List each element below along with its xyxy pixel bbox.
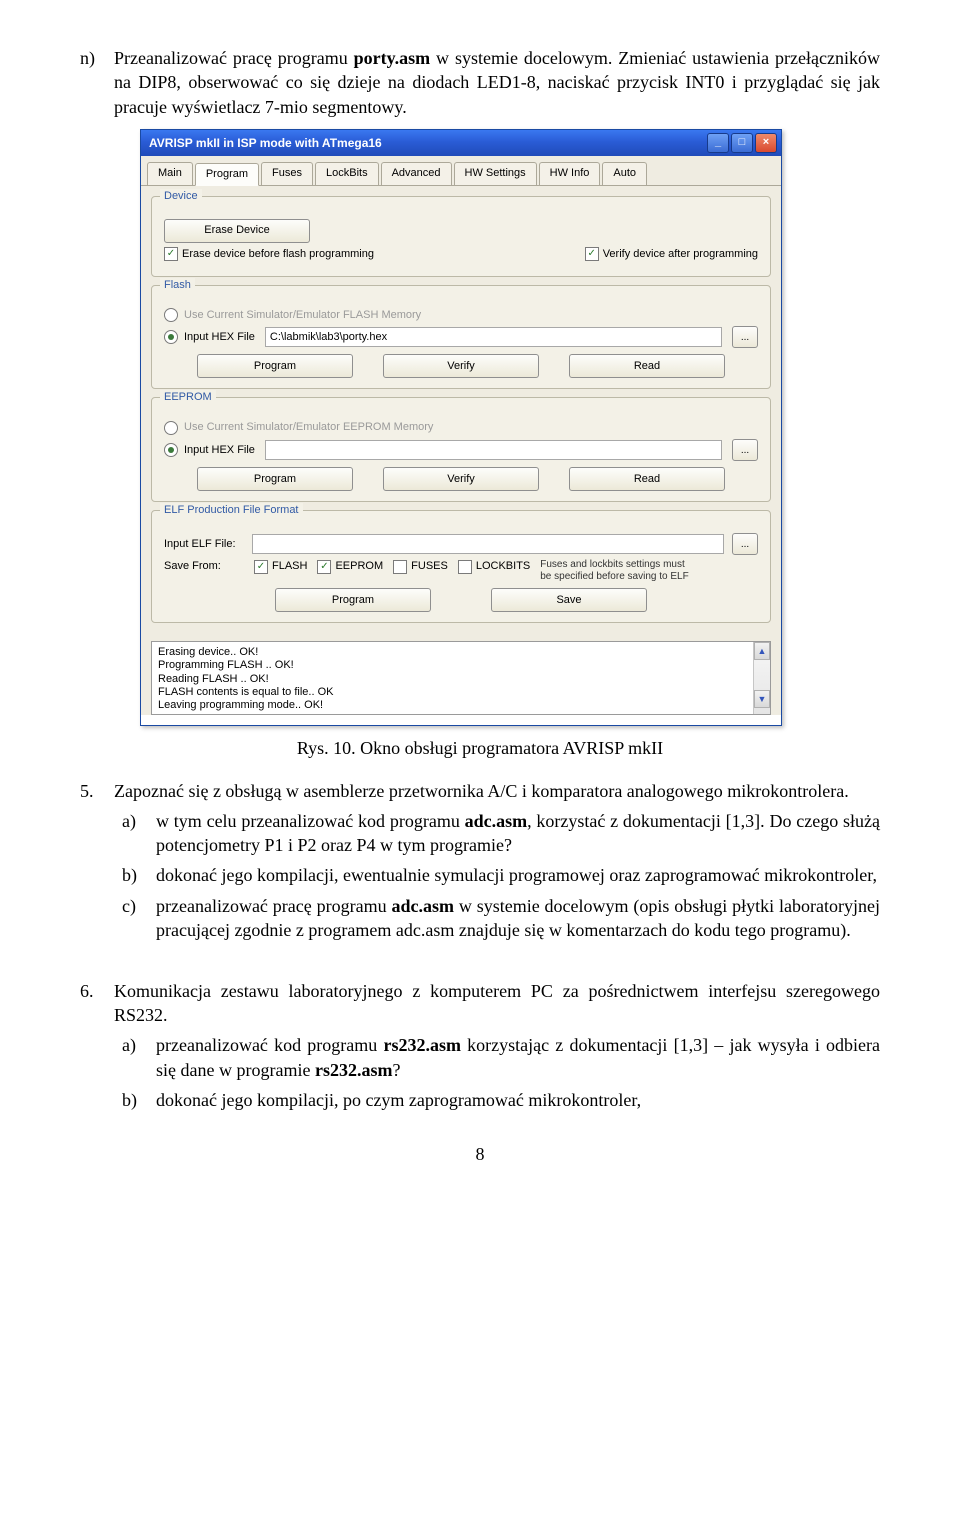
list-item-6b: b) dokonać jego kompilacji, po czym zapr… <box>122 1088 880 1112</box>
log-output: Erasing device.. OK! Programming FLASH .… <box>151 641 771 715</box>
marker-5c: c) <box>122 894 156 943</box>
tab-fuses[interactable]: Fuses <box>261 162 313 185</box>
elf-hint: Fuses and lockbits settings must be spec… <box>540 559 690 582</box>
marker-6: 6. <box>80 979 114 1028</box>
figure-caption: Rys. 10. Okno obsługi programatora AVRIS… <box>80 736 880 760</box>
text-5c: przeanalizować pracę programu adc.asm w … <box>156 894 880 943</box>
marker-6a: a) <box>122 1033 156 1082</box>
elf-chk-fuses[interactable]: FUSES <box>393 559 448 574</box>
tab-hwsettings[interactable]: HW Settings <box>454 162 537 185</box>
tab-program[interactable]: Program <box>195 163 259 186</box>
flash-radio-sim: Use Current Simulator/Emulator FLASH Mem… <box>164 308 758 323</box>
group-elf: ELF Production File Format Input ELF Fil… <box>151 510 771 623</box>
log-line-1: Erasing device.. OK! <box>158 646 764 659</box>
text-5: Zapoznać się z obsługą w asemblerze prze… <box>114 779 880 803</box>
flash-radio-hex[interactable]: Input HEX File <box>164 330 255 345</box>
group-device-title: Device <box>160 189 202 204</box>
flash-read-button[interactable]: Read <box>569 354 725 378</box>
maximize-button[interactable]: □ <box>731 133 753 153</box>
log-line-3: Reading FLASH .. OK! <box>158 673 764 686</box>
tab-strip: Main Program Fuses LockBits Advanced HW … <box>141 156 781 186</box>
eeprom-radio-hex[interactable]: Input HEX File <box>164 443 255 458</box>
eeprom-hex-path[interactable] <box>265 440 722 460</box>
close-button[interactable]: × <box>755 133 777 153</box>
tab-lockbits[interactable]: LockBits <box>315 162 379 185</box>
minimize-button[interactable]: _ <box>707 133 729 153</box>
text-6b: dokonać jego kompilacji, po czym zaprogr… <box>156 1088 880 1112</box>
list-item-6: 6. Komunikacja zestawu laboratoryjnego z… <box>80 979 880 1028</box>
tab-main[interactable]: Main <box>147 162 193 185</box>
elf-program-button[interactable]: Program <box>275 588 431 612</box>
log-scrollbar[interactable]: ▲ ▼ <box>753 642 770 714</box>
elf-chk-eeprom[interactable]: ✓EEPROM <box>317 559 383 574</box>
tab-hwinfo[interactable]: HW Info <box>539 162 601 185</box>
page-number: 8 <box>80 1142 880 1166</box>
marker-5a: a) <box>122 809 156 858</box>
scroll-up-icon[interactable]: ▲ <box>754 642 770 660</box>
marker-5b: b) <box>122 863 156 887</box>
text-6a: przeanalizować kod programu rs232.asm ko… <box>156 1033 880 1082</box>
flash-verify-button[interactable]: Verify <box>383 354 539 378</box>
list-item-5a: a) w tym celu przeanalizować kod program… <box>122 809 880 858</box>
group-eeprom-title: EEPROM <box>160 390 216 405</box>
marker-5: 5. <box>80 779 114 803</box>
eeprom-browse-button[interactable]: ... <box>732 439 758 461</box>
window-titlebar: AVRISP mkII in ISP mode with ATmega16 _ … <box>141 130 781 156</box>
flash-browse-button[interactable]: ... <box>732 326 758 348</box>
group-eeprom: EEPROM Use Current Simulator/Emulator EE… <box>151 397 771 502</box>
elf-savefrom-label: Save From: <box>164 559 244 574</box>
group-device: Device Erase Device ✓Erase device before… <box>151 196 771 277</box>
marker-n: n) <box>80 46 114 119</box>
erase-device-button[interactable]: Erase Device <box>164 219 310 243</box>
chk-verify-after[interactable]: ✓Verify device after programming <box>585 247 758 262</box>
window-title: AVRISP mkII in ISP mode with ATmega16 <box>149 135 707 151</box>
chk-verify-after-label: Verify device after programming <box>603 247 758 262</box>
text-n: Przeanalizować pracę programu porty.asm … <box>114 46 880 119</box>
elf-browse-button[interactable]: ... <box>732 533 758 555</box>
group-elf-title: ELF Production File Format <box>160 503 303 518</box>
list-item-5c: c) przeanalizować pracę programu adc.asm… <box>122 894 880 943</box>
group-flash-title: Flash <box>160 278 195 293</box>
screenshot-figure: AVRISP mkII in ISP mode with ATmega16 _ … <box>140 129 880 726</box>
text-6: Komunikacja zestawu laboratoryjnego z ko… <box>114 979 880 1028</box>
list-item-6a: a) przeanalizować kod programu rs232.asm… <box>122 1033 880 1082</box>
text-5b: dokonać jego kompilacji, ewentualnie sym… <box>156 863 880 887</box>
chk-erase-before[interactable]: ✓Erase device before flash programming <box>164 247 374 262</box>
eeprom-program-button[interactable]: Program <box>197 467 353 491</box>
log-line-2: Programming FLASH .. OK! <box>158 659 764 672</box>
elf-save-button[interactable]: Save <box>491 588 647 612</box>
text-5a: w tym celu przeanalizować kod programu a… <box>156 809 880 858</box>
elf-chk-flash[interactable]: ✓FLASH <box>254 559 307 574</box>
log-line-4: FLASH contents is equal to file.. OK <box>158 686 764 699</box>
eeprom-verify-button[interactable]: Verify <box>383 467 539 491</box>
scroll-down-icon[interactable]: ▼ <box>754 690 770 708</box>
log-line-5: Leaving programming mode.. OK! <box>158 699 764 712</box>
eeprom-read-button[interactable]: Read <box>569 467 725 491</box>
marker-6b: b) <box>122 1088 156 1112</box>
list-item-n: n) Przeanalizować pracę programu porty.a… <box>80 46 880 119</box>
flash-hex-path[interactable]: C:\labmik\lab3\porty.hex <box>265 327 722 347</box>
group-flash: Flash Use Current Simulator/Emulator FLA… <box>151 285 771 390</box>
list-item-5b: b) dokonać jego kompilacji, ewentualnie … <box>122 863 880 887</box>
flash-program-button[interactable]: Program <box>197 354 353 378</box>
elf-chk-lockbits[interactable]: LOCKBITS <box>458 559 530 574</box>
elf-input-label: Input ELF File: <box>164 537 244 552</box>
tab-auto[interactable]: Auto <box>602 162 647 185</box>
chk-erase-before-label: Erase device before flash programming <box>182 247 374 262</box>
tab-advanced[interactable]: Advanced <box>381 162 452 185</box>
avrisp-window: AVRISP mkII in ISP mode with ATmega16 _ … <box>140 129 782 726</box>
elf-input-path[interactable] <box>252 534 724 554</box>
eeprom-radio-sim: Use Current Simulator/Emulator EEPROM Me… <box>164 420 758 435</box>
list-item-5: 5. Zapoznać się z obsługą w asemblerze p… <box>80 779 880 803</box>
